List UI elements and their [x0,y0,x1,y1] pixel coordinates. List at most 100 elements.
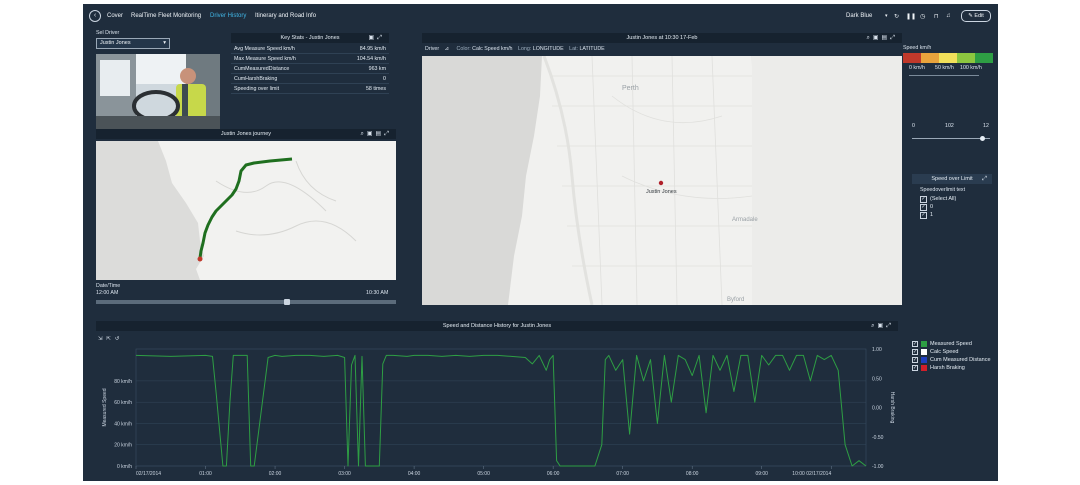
table-row: Max Measure Speed km/h 104.54 km/h [231,53,389,64]
stat-value: 0 [335,73,389,84]
checkbox-icon[interactable]: ✓ [920,211,927,219]
legend-item[interactable]: ✓ Calc Speed [912,348,998,356]
expand-icon[interactable]: ⤢ [886,323,894,329]
speed-line-chart[interactable]: 0 km/h 20 km/h 40 km/h 60 km/h 80 km/h 1.00 0.… [96,341,898,481]
main-map-header: Justin Jones at 10:30 17-Feb ⌕▣▤⤢ [422,33,902,43]
slider-value: 102 [945,123,954,129]
legend-label: Harsh Braking [930,365,965,371]
city-label-byford: Byford [727,297,744,303]
series-swatch [921,341,927,347]
x-tick-label: 03:00 [338,471,351,477]
image-icon[interactable]: ▣ [873,35,882,41]
expand-icon[interactable]: ⤢ [890,35,898,41]
stat-value: 104.54 km/h [335,53,389,64]
tab-itinerary-and-road-info[interactable]: Itinerary and Road Info [255,13,316,19]
expand-icon[interactable]: ⤢ [384,131,392,137]
key-stats-panel: Key Stats - Justin Jones ▣⤢ Avg Measure … [231,33,389,119]
stat-value: 58 times [335,83,389,94]
image-icon[interactable]: ▣ [369,35,378,41]
x-tick-label: 04:00 [408,471,421,477]
time-range-slider[interactable] [96,299,396,305]
filter-icon[interactable]: ⊿ [445,46,449,52]
image-icon[interactable]: ▣ [367,131,376,137]
chart-icons: ⌕▣⤢ [871,321,894,331]
stat-label: CumMeasuredDistance [231,63,336,74]
expand-icon[interactable]: ⤢ [982,174,990,184]
y-tick-label: 60 km/h [114,400,132,406]
checkbox-icon[interactable]: ✓ [912,357,918,363]
legend-item[interactable]: ✓ Harsh Braking [912,364,998,372]
x-tick-label: 07:00 [616,471,629,477]
driver-select[interactable]: Justin Jones ▾ [96,38,170,49]
color-label: Color: [456,46,471,52]
table-row: Avg Measure Speed km/h 84.95 km/h [231,44,389,54]
speed-legend-title: Speed km/h [903,45,932,51]
stat-value: 963 km [335,63,389,74]
app-window: ‹ Cover RealTime Fleet Monitoring Driver… [83,4,998,481]
list-item[interactable]: ✓ 0 [920,203,956,211]
driver-field[interactable]: Driver [425,46,439,52]
tab-driver-history[interactable]: Driver History [210,13,246,19]
speed-tick-100: 100 km/h [960,65,982,71]
chevron-down-icon[interactable]: ▾ [885,13,888,19]
pencil-icon: ✎ [968,13,973,19]
theme-select[interactable]: Dark Blue [846,13,872,19]
start-time: 12:00 AM [96,290,119,296]
speed-range-slider[interactable] [909,75,979,76]
tab-cover[interactable]: Cover [107,13,123,19]
slider-handle[interactable] [979,136,985,141]
key-stats-table: Avg Measure Speed km/h 84.95 km/h Max Mea… [231,44,389,94]
latitude-field[interactable]: LATITUDE [579,46,604,52]
image-icon[interactable]: ▣ [878,323,887,329]
save-icon[interactable]: ▤ [376,131,385,137]
stat-label: Max Measure Speed km/h [231,53,336,64]
y2-tick-label: -0.50 [872,435,884,441]
chevron-down-icon: ▾ [163,40,166,46]
back-icon[interactable]: ‹ [89,10,101,22]
checkbox-icon[interactable]: ✓ [912,349,918,355]
edit-button[interactable]: ✎ Edit [961,10,991,22]
main-map[interactable]: Perth Armadale Byford Justin Jones [422,55,902,306]
legend-item[interactable]: ✓ Cum Measured Distance [912,356,998,364]
slider-handle[interactable] [284,299,290,305]
x-tick-label: 09:00 [755,471,768,477]
checkbox-icon[interactable]: ✓ [912,365,918,371]
pause-icon[interactable]: ❚❚ [906,13,916,20]
journey-icons: ⌕▣▤⤢ [360,129,392,139]
clock-icon[interactable]: ◷ [920,13,925,20]
stat-label: Avg Measure Speed km/h [231,44,336,54]
tab-realtime-fleet-monitoring[interactable]: RealTime Fleet Monitoring [131,13,201,19]
save-icon[interactable]: ▤ [882,35,891,41]
bell-icon[interactable]: ♫ [946,13,951,19]
plot-area [135,348,867,467]
legend-item[interactable]: ✓ Measured Speed [912,340,998,348]
series-legend: ✓ Measured Speed ✓ Calc Speed ✓ Cum Measure… [912,340,998,372]
bookmark-icon[interactable]: ⊓ [934,13,939,20]
list-item[interactable]: ✓ 1 [920,211,956,219]
color-field[interactable]: Calc Speed km/h [472,46,512,52]
x-tick-label: 08:00 [686,471,699,477]
x-tick-label: 02:00 [269,471,282,477]
refresh-icon[interactable]: ↻ [894,13,899,20]
longitude-field[interactable]: LONGITUDE [533,46,564,52]
filter-list: ✓ (Select All) ✓ 0 ✓ 1 [920,195,956,219]
checkbox-icon[interactable]: ✓ [920,195,927,203]
table-row: CumHarshBraking 0 [231,73,389,84]
x-tick-label: 05:00 [477,471,490,477]
value-slider[interactable] [912,136,990,141]
checkbox-icon[interactable]: ✓ [912,341,918,347]
speed-over-limit-title: Speed over Limit [931,176,973,182]
y-tick-label: 0 km/h [117,464,132,470]
x-tick-label: 10:00 02/17/2014 [792,471,831,477]
list-item[interactable]: ✓ (Select All) [920,195,956,203]
journey-map[interactable] [96,141,396,280]
driver-marker-label: Justin Jones [646,189,677,195]
long-label: Long: [518,46,532,52]
end-time: 10:30 AM [366,290,389,296]
expand-icon[interactable]: ⤢ [377,35,385,41]
y2-tick-label: 0.00 [872,406,882,412]
main-map-title: Justin Jones at 10:30 17-Feb [626,35,698,41]
table-row: CumMeasuredDistance 963 km [231,63,389,74]
speed-tick-50: 50 km/h [935,65,954,71]
checkbox-icon[interactable]: ✓ [920,203,927,211]
